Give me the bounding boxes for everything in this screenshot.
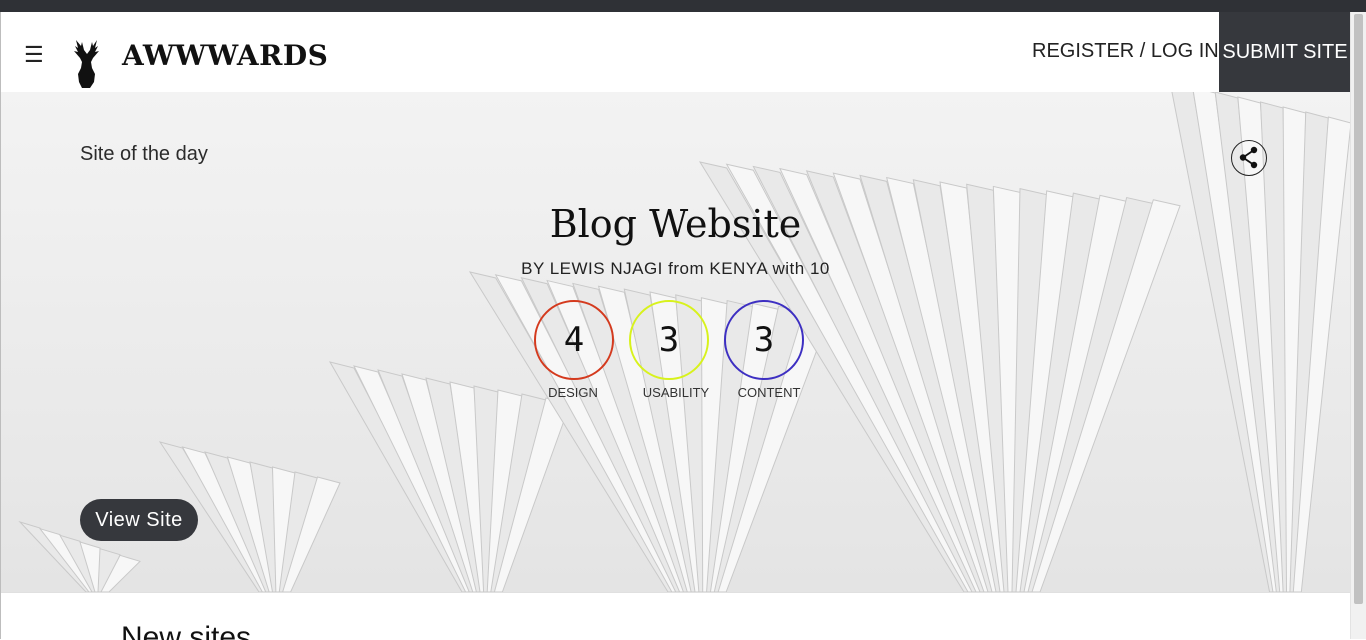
register-login-link[interactable]: REGISTER / LOG IN [1032,40,1219,63]
hamburger-icon[interactable]: ☰ [24,44,44,66]
share-button[interactable] [1231,140,1267,176]
section-title: New sites [121,621,252,640]
page-left-border [0,12,1,639]
site-of-the-day-label: Site of the day [80,143,208,165]
hero-section: Site of the day Blog Website BY LEWIS NJ… [0,92,1351,592]
share-icon [1239,146,1258,169]
usability-score-label: USABILITY [642,385,710,400]
navbar: ☰ AWWWARDS REGISTER / LOG IN SUBMIT SITE [0,12,1351,92]
new-sites-section: New sites [0,592,1351,640]
content-score-label: CONTENT [737,385,801,400]
site-byline: BY LEWIS NJAGI from KENYA with 10 [521,259,830,278]
view-site-button[interactable]: View Site [80,499,198,541]
vertical-scrollbar[interactable] [1350,12,1366,639]
site-title: Blog Website [549,202,802,246]
submit-site-button[interactable]: SUBMIT SITE [1219,12,1351,92]
design-score: 4 [534,300,614,380]
content-score: 3 [724,300,804,380]
usability-score: 3 [629,300,709,380]
scrollbar-thumb[interactable] [1354,14,1363,604]
deer-logo-icon[interactable] [72,38,102,90]
brand-name[interactable]: AWWWARDS [122,39,328,72]
design-score-label: DESIGN [548,385,598,400]
